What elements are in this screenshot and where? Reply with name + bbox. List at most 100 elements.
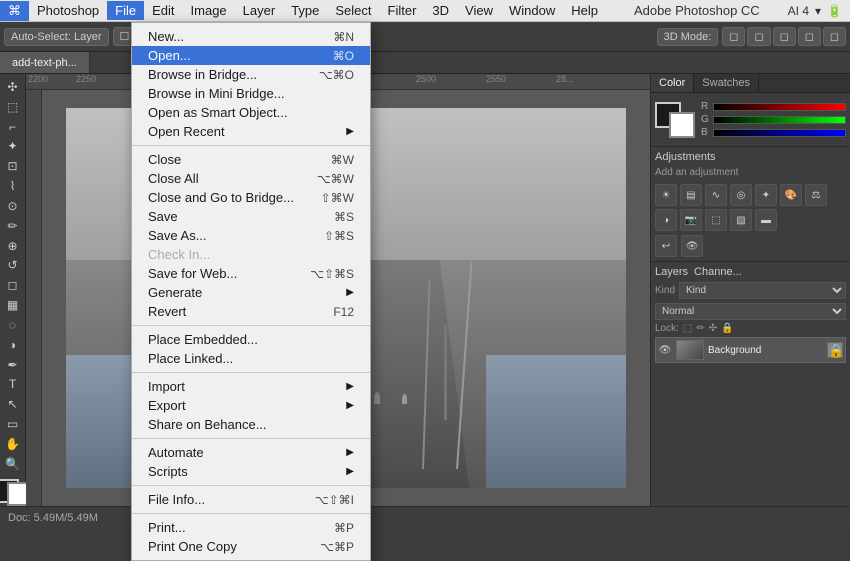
kind-select[interactable]: Kind [679,282,846,299]
tab-color[interactable]: Color [651,74,694,92]
channels-tab[interactable]: Channe... [694,266,742,278]
menu-entry-place-linked[interactable]: Place Linked... [132,349,370,368]
layer-lock-icon: 🔒 [827,342,843,358]
lock-icon-position[interactable]: ✣ [709,323,717,334]
menu-entry-browse-mini[interactable]: Browse in Mini Bridge... [132,84,370,103]
layers-tab[interactable]: Layers [655,266,688,278]
toolbar-btn-1[interactable]: ◻ [722,27,745,46]
menu-entry-open-recent[interactable]: Open Recent ▶ [132,122,370,141]
menu-entry-new[interactable]: New... ⌘N [132,27,370,46]
tool-pen[interactable]: ✒ [2,356,24,374]
tool-spot-heal[interactable]: ⊙ [2,197,24,215]
menu-entry-open-smart[interactable]: Open as Smart Object... [132,103,370,122]
adj-gradient-map[interactable]: ▬ [755,209,777,231]
tool-shape[interactable]: ▭ [2,415,24,433]
adj-color-balance[interactable]: ⚖ [805,184,827,206]
menu-entry-print-one-shortcut: ⌥⌘P [320,540,354,554]
tool-eraser[interactable]: ◻ [2,276,24,294]
lock-icon-all[interactable]: 🔒 [721,323,733,334]
toolbar-3d-mode[interactable]: 3D Mode: [657,28,719,46]
tool-dodge[interactable]: ◑ [2,336,24,354]
tool-marquee[interactable]: ⬚ [2,98,24,116]
adj-bw[interactable]: ◑ [655,209,677,231]
adj-curves[interactable]: ∿ [705,184,727,206]
toolbar-btn-3[interactable]: ◻ [773,27,796,46]
adj-posterize[interactable]: ⬚ [705,209,727,231]
adj-exposure[interactable]: ◎ [730,184,752,206]
menu-entry-open[interactable]: Open... ⌘O [132,46,370,65]
blend-mode-select[interactable]: Normal [655,303,846,320]
layer-visibility-eye[interactable]: 👁 [658,343,672,357]
menu-entry-save[interactable]: Save ⌘S [132,207,370,226]
menu-entry-save-as[interactable]: Save As... ⇧⌘S [132,226,370,245]
lock-icon-brush[interactable]: ✏ [696,323,704,334]
r-slider[interactable] [713,103,846,111]
adj-vibrance[interactable]: ✦ [755,184,777,206]
apple-menu[interactable]: ⌘ [0,1,29,21]
adj-icon-return[interactable]: ↩ [655,235,677,257]
tab-swatches[interactable]: Swatches [694,74,759,92]
tool-blur[interactable]: ◌ [2,316,24,334]
adj-hsl[interactable]: 🎨 [780,184,802,206]
menu-3d[interactable]: 3D [424,1,457,20]
tool-crop[interactable]: ⊡ [2,157,24,175]
menu-view[interactable]: View [457,1,501,20]
menu-entry-place-embedded[interactable]: Place Embedded... [132,330,370,349]
menu-entry-place-linked-label: Place Linked... [148,351,354,366]
menu-select[interactable]: Select [327,1,379,20]
menu-entry-print-one[interactable]: Print One Copy ⌥⌘P [132,537,370,556]
menu-edit[interactable]: Edit [144,1,182,20]
tool-lasso[interactable]: ⌐ [2,118,24,136]
menu-entry-close[interactable]: Close ⌘W [132,150,370,169]
fg-bg-colors-widget[interactable] [655,102,695,138]
tab-add-text[interactable]: add-text-ph... [0,52,90,73]
background-color-swatch[interactable] [669,112,695,138]
toolbar-auto-select[interactable]: Auto-Select: Layer [4,28,109,46]
menu-entry-revert[interactable]: Revert F12 [132,302,370,321]
tool-zoom[interactable]: 🔍 [2,455,24,473]
menu-entry-export[interactable]: Export ▶ [132,396,370,415]
menu-layer[interactable]: Layer [235,1,284,20]
menu-entry-close-all[interactable]: Close All ⌥⌘W [132,169,370,188]
tool-clone-stamp[interactable]: ⊕ [2,237,24,255]
layer-background[interactable]: 👁 Background 🔒 [655,337,846,363]
toolbar-btn-4[interactable]: ◻ [798,27,821,46]
tool-hand[interactable]: ✋ [2,435,24,453]
tool-magic-wand[interactable]: ✦ [2,137,24,155]
menu-help[interactable]: Help [563,1,606,20]
menu-image[interactable]: Image [183,1,235,20]
menu-entry-generate[interactable]: Generate ▶ [132,283,370,302]
toolbar-btn-5[interactable]: ◻ [823,27,846,46]
lock-icon-transparency[interactable]: ⬚ [683,323,692,334]
adj-photo-filter[interactable]: 📷 [680,209,702,231]
tool-eyedropper[interactable]: ⌇ [2,177,24,195]
g-slider[interactable] [713,116,846,124]
tool-history-brush[interactable]: ↺ [2,256,24,274]
tool-brush[interactable]: ✏ [2,217,24,235]
adj-icon-eye[interactable]: 👁 [681,235,703,257]
menu-file[interactable]: File [107,1,144,20]
right-panel: Color Swatches R G [650,74,850,506]
adj-levels[interactable]: ▤ [680,184,702,206]
tool-path-select[interactable]: ↖ [2,395,24,413]
menu-filter[interactable]: Filter [380,1,425,20]
menu-entry-browse-bridge[interactable]: Browse in Bridge... ⌥⌘O [132,65,370,84]
menu-entry-share-behance[interactable]: Share on Behance... [132,415,370,434]
adj-brightness[interactable]: ☀ [655,184,677,206]
menu-entry-automate[interactable]: Automate ▶ [132,443,370,462]
tool-move[interactable]: ✣ [2,78,24,96]
tool-type[interactable]: T [2,375,24,393]
menu-photoshop[interactable]: Photoshop [29,1,107,20]
menu-window[interactable]: Window [501,1,563,20]
menu-type[interactable]: Type [283,1,327,20]
adj-threshold[interactable]: ▧ [730,209,752,231]
menu-entry-import[interactable]: Import ▶ [132,377,370,396]
tool-gradient[interactable]: ▦ [2,296,24,314]
menu-entry-scripts[interactable]: Scripts ▶ [132,462,370,481]
menu-entry-close-bridge[interactable]: Close and Go to Bridge... ⇧⌘W [132,188,370,207]
menu-entry-file-info[interactable]: File Info... ⌥⇧⌘I [132,490,370,509]
menu-entry-save-web[interactable]: Save for Web... ⌥⇧⌘S [132,264,370,283]
toolbar-btn-2[interactable]: ◻ [747,27,770,46]
menu-bar: ⌘ Photoshop File Edit Image Layer Type S… [0,0,850,22]
b-slider[interactable] [713,129,846,137]
